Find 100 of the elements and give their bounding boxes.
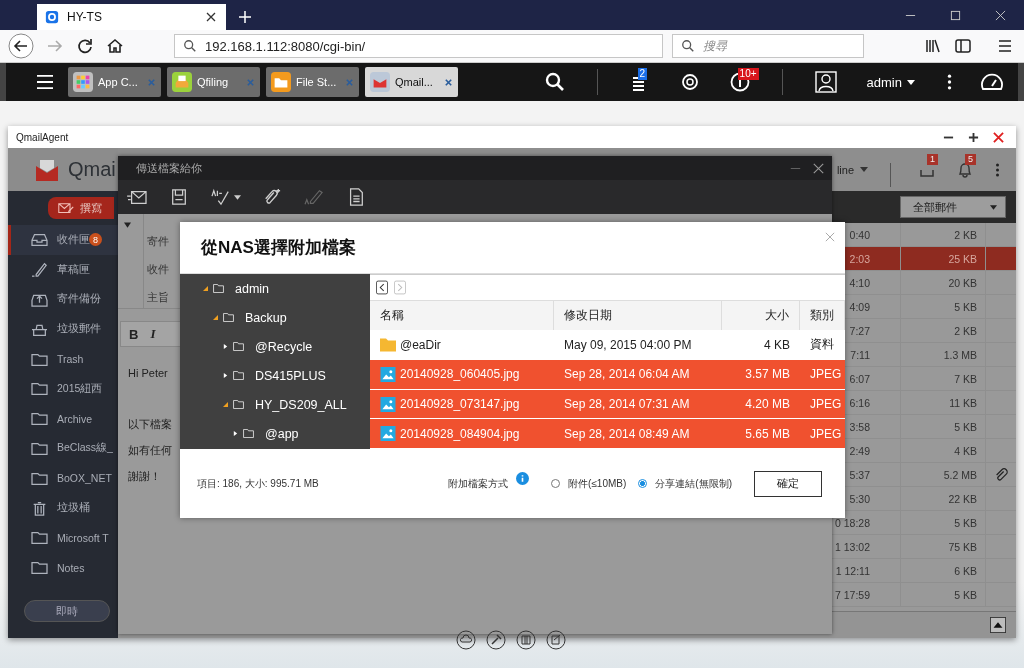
compose-button[interactable]: 撰寫 — [48, 197, 114, 219]
maximize-icon[interactable] — [968, 131, 979, 143]
collapsed-arrow-icon[interactable] — [233, 431, 238, 436]
mail-size: 4 KB — [954, 444, 977, 457]
mail-size: 1.3 MB — [943, 348, 977, 361]
folder-item[interactable]: Notes — [8, 552, 118, 583]
expanded-arrow-icon[interactable] — [223, 402, 228, 407]
reload-icon[interactable] — [76, 37, 94, 55]
mail-time[interactable]: 5:37 — [849, 468, 870, 481]
upload-tray-icon — [31, 292, 48, 307]
file-name: 20140928_073147.jpg — [400, 397, 520, 411]
close-icon[interactable] — [206, 12, 216, 22]
mail-time[interactable]: 7:11 — [850, 348, 870, 361]
user-icon[interactable] — [814, 71, 837, 93]
tree-item[interactable]: DS415PLUS — [255, 368, 326, 383]
column-header[interactable]: 大小 — [722, 300, 800, 331]
folder-item[interactable]: 寄件備份 — [8, 284, 118, 315]
folder-item[interactable]: 2015紐西 — [8, 374, 118, 404]
back-icon[interactable] — [8, 33, 34, 59]
mail-time[interactable]: 4:09 — [849, 300, 870, 313]
mail-time[interactable]: 5:30 — [849, 492, 870, 505]
tree-item[interactable]: @app — [265, 426, 299, 441]
mail-filter-dropdown[interactable]: 全部郵件 — [900, 196, 1006, 218]
tree-item[interactable]: Backup — [245, 310, 287, 325]
close-icon[interactable] — [813, 162, 824, 174]
mail-time[interactable]: 6:16 — [849, 396, 870, 409]
folder-item[interactable]: 垃圾桶 — [8, 493, 118, 523]
home-icon[interactable] — [106, 37, 124, 55]
caret-icon[interactable] — [234, 194, 241, 200]
back-button[interactable] — [376, 279, 388, 295]
mail-size: 5.2 MB — [943, 468, 977, 481]
radio-option[interactable]: 附件(≤10MB) — [551, 476, 627, 491]
file-row[interactable]: 20140928_084904.jpg Sep 28, 2014 08:49 AM 5.65 MB JPEG — [370, 419, 845, 449]
library-icon[interactable] — [924, 37, 942, 55]
mail-time[interactable]: 1 12:11 — [835, 564, 870, 577]
send-icon[interactable] — [126, 188, 148, 206]
trash-icon — [31, 500, 48, 516]
scroll-up-button[interactable] — [990, 617, 1006, 633]
confirm-button[interactable]: 確定 — [754, 470, 822, 497]
mail-time[interactable]: 6:07 — [849, 372, 870, 385]
app-tab[interactable]: File St... — [266, 67, 359, 97]
caret-icon — [860, 167, 868, 172]
file-name: @eaDir — [400, 337, 441, 352]
tree-item[interactable]: admin — [235, 281, 270, 296]
body-text: Hi Peter — [128, 367, 168, 379]
mail-time[interactable]: 0 18:28 — [834, 516, 870, 529]
menu-icon[interactable] — [36, 74, 54, 90]
status-menu[interactable]: line — [836, 163, 868, 176]
new-tab-icon[interactable] — [238, 10, 252, 24]
collapsed-arrow-icon[interactable] — [223, 373, 228, 378]
mail-time[interactable]: 3:58 — [849, 420, 870, 433]
expanded-arrow-icon[interactable] — [213, 315, 218, 320]
folder-item[interactable]: BeClass線_ — [8, 433, 118, 464]
sidebar-icon[interactable] — [954, 37, 972, 55]
book-icon[interactable] — [516, 630, 536, 650]
mail-time[interactable]: 1 13:02 — [834, 540, 870, 553]
mail-time[interactable]: 4:10 — [849, 276, 870, 289]
user-menu-button[interactable]: admin — [862, 74, 919, 90]
column-header[interactable]: 修改日期 — [554, 300, 722, 331]
column-header[interactable]: 類別 — [800, 300, 845, 331]
body-text: 如有任何 — [128, 443, 172, 458]
folder-item[interactable]: Archive — [8, 403, 118, 434]
folder-item[interactable]: 收件匣 8 — [8, 225, 118, 255]
bell-icon[interactable] — [957, 161, 973, 178]
mail-time[interactable]: 2:49 — [849, 444, 870, 457]
live-button[interactable]: 即時 — [24, 600, 110, 622]
tree-item[interactable]: HY_DS209_ALL — [255, 397, 347, 412]
mail-time[interactable]: 0:40 — [849, 228, 870, 241]
search-icon[interactable] — [544, 72, 565, 92]
format-button[interactable]: I — [146, 326, 160, 342]
expanded-arrow-icon[interactable] — [203, 286, 208, 291]
search-field[interactable]: 搜尋 — [672, 34, 864, 58]
app-tab[interactable]: Qfiling — [167, 67, 260, 97]
folder-item[interactable]: BoOX_NET — [8, 463, 118, 494]
mail-time[interactable]: 7 17:59 — [834, 588, 870, 601]
note-icon[interactable] — [546, 630, 566, 650]
file-row[interactable]: 20140928_060405.jpg Sep 28, 2014 06:04 AM 3.57 MB JPEG — [370, 360, 845, 390]
more-icon[interactable] — [947, 72, 952, 92]
cloud-icon[interactable] — [456, 630, 476, 650]
folder-item[interactable]: Trash — [8, 344, 118, 374]
app-tab[interactable]: App C... — [68, 67, 161, 97]
tree-item[interactable]: @Recycle — [255, 339, 313, 354]
folder-item[interactable]: Microsoft T — [8, 522, 118, 553]
format-button[interactable]: B — [125, 326, 143, 342]
folder-icon — [31, 440, 48, 456]
file-row[interactable]: 20140928_073147.jpg Sep 28, 2014 07:31 AM 4.20 MB JPEG — [370, 389, 845, 420]
radio-option[interactable]: 分享連結(無限制) — [638, 476, 732, 491]
mail-time[interactable]: 2:03 — [849, 252, 870, 265]
app-tab[interactable]: Qmail... — [365, 67, 458, 97]
address-field[interactable]: 192.168.1.112:8080/cgi-bin/ — [174, 34, 663, 58]
folder-item[interactable]: 垃圾郵件 — [8, 314, 118, 345]
menu-icon[interactable] — [996, 37, 1014, 55]
folder-icon — [380, 337, 396, 353]
file-date: Sep 28, 2014 08:49 AM — [563, 426, 691, 441]
folder-item[interactable]: 草稿匣 — [8, 254, 118, 285]
gauge-icon[interactable] — [980, 72, 1004, 92]
collapsed-arrow-icon[interactable] — [223, 344, 228, 349]
browser-tab[interactable]: HY-TS — [37, 4, 226, 30]
mail-time[interactable]: 7:27 — [849, 324, 870, 337]
column-header[interactable]: 名稱 — [370, 300, 554, 331]
